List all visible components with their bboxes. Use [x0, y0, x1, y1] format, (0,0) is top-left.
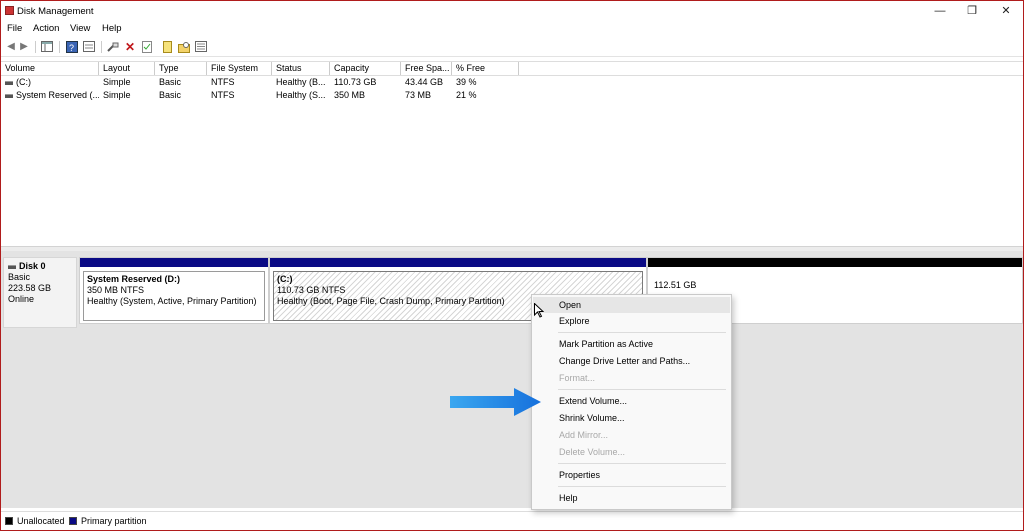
minimize-button[interactable]: — — [925, 3, 955, 19]
menu-action[interactable]: Action — [33, 23, 59, 34]
volume-name: (C:) — [16, 77, 31, 87]
menu-separator — [558, 486, 726, 487]
menu-item-properties[interactable]: Properties — [533, 467, 730, 483]
legend-unallocated: Unallocated — [17, 516, 65, 526]
primary-partition-swatch — [69, 517, 77, 525]
menu-bar: File Action View Help — [1, 21, 1023, 37]
folder-search-icon[interactable] — [178, 41, 190, 53]
volume-free-space: 73 MB — [405, 90, 432, 100]
checklist-icon[interactable] — [141, 41, 153, 53]
column-capacity[interactable]: Capacity — [330, 62, 401, 75]
volume-free-space: 43.44 GB — [405, 77, 444, 87]
forward-arrow-icon[interactable]: ▶ — [18, 41, 30, 53]
window-title: Disk Management — [17, 6, 94, 17]
unallocated-swatch — [5, 517, 13, 525]
partition-system-reserved[interactable]: System Reserved (D:) 350 MB NTFS Healthy… — [79, 257, 269, 324]
column-status[interactable]: Status — [272, 62, 330, 75]
delete-icon[interactable]: ✕ — [124, 41, 136, 53]
volume-type: Basic — [159, 90, 182, 100]
menu-help[interactable]: Help — [102, 23, 122, 34]
toolbar: ◀ ▶ ? ✕ — [1, 38, 1023, 57]
volume-file-system: NTFS — [211, 77, 235, 87]
list-view-icon[interactable] — [195, 41, 207, 53]
column-file-system[interactable]: File System — [207, 62, 272, 75]
partition-status: Healthy (System, Active, Primary Partiti… — [87, 296, 257, 306]
legend-primary-partition: Primary partition — [81, 516, 147, 526]
back-arrow-icon[interactable]: ◀ — [5, 41, 17, 53]
disk-management-app-icon — [5, 6, 14, 15]
menu-file[interactable]: File — [7, 23, 22, 34]
volume-capacity: 350 MB — [334, 90, 366, 100]
disk-icon — [8, 264, 16, 269]
volume-name: System Reserved (... — [16, 90, 99, 100]
menu-item-add-mirror: Add Mirror... — [559, 430, 609, 440]
toolbar-separator — [59, 41, 60, 53]
menu-item-help[interactable]: Help — [533, 490, 730, 506]
disk-0-label[interactable]: Disk 0 Basic 223.58 GB Online — [3, 257, 77, 328]
title-bar: Disk Management — ❐ ✕ — [1, 1, 1023, 21]
column-volume[interactable]: Volume — [1, 62, 99, 75]
partition-size: 350 MB NTFS — [87, 285, 145, 295]
menu-item-open[interactable]: Open — [533, 297, 730, 313]
disk-size: 223.58 GB — [8, 283, 52, 293]
toolbar-separator — [101, 41, 102, 53]
volume-list-header: Volume Layout Type File System Status Ca… — [1, 61, 1023, 76]
partition-type-bar — [270, 258, 646, 267]
menu-item-delete-volume: Delete Volume... — [559, 447, 626, 457]
toolbar-separator — [35, 41, 36, 53]
volume-percent-free: 21 % — [456, 90, 477, 100]
menu-item-mark-partition-active[interactable]: Mark Partition as Active — [533, 336, 730, 352]
connect-drive-icon[interactable] — [107, 41, 119, 53]
volume-row[interactable]: System Reserved (... Simple Basic NTFS H… — [1, 89, 1023, 102]
annotation-arrow-icon — [450, 388, 542, 418]
menu-separator — [558, 389, 726, 390]
menu-separator — [558, 332, 726, 333]
volume-icon — [5, 93, 13, 98]
menu-item-explore[interactable]: Explore — [533, 313, 730, 329]
column-free-space[interactable]: Free Spa... — [401, 62, 452, 75]
volume-layout: Simple — [103, 90, 131, 100]
volume-status: Healthy (S... — [276, 90, 326, 100]
disk-state: Online — [8, 294, 35, 304]
help-icon[interactable]: ? — [66, 41, 78, 53]
partition-type-bar — [80, 258, 268, 267]
properties-panel-icon[interactable] — [83, 41, 95, 53]
new-document-icon[interactable] — [161, 41, 173, 53]
volume-row[interactable]: (C:) Simple Basic NTFS Healthy (B... 110… — [1, 76, 1023, 89]
volume-capacity: 110.73 GB — [334, 77, 377, 87]
volume-layout: Simple — [103, 77, 131, 87]
partition-type-bar — [648, 258, 1022, 267]
partition-name: System Reserved (D:) — [87, 274, 181, 284]
close-button[interactable]: ✕ — [991, 3, 1021, 19]
context-menu: Open Explore Mark Partition as Active Ch… — [531, 294, 732, 510]
column-layout[interactable]: Layout — [99, 62, 155, 75]
menu-item-format: Format... — [559, 373, 596, 383]
mouse-cursor-icon — [534, 302, 545, 320]
volume-icon — [5, 80, 13, 85]
show-hide-console-tree-icon[interactable] — [41, 41, 53, 53]
column-type[interactable]: Type — [155, 62, 207, 75]
maximize-button[interactable]: ❐ — [957, 3, 987, 19]
volume-file-system: NTFS — [211, 90, 235, 100]
menu-item-change-drive-letter[interactable]: Change Drive Letter and Paths... — [533, 353, 730, 369]
partition-size: 112.51 GB — [654, 280, 697, 290]
volume-status: Healthy (B... — [276, 77, 326, 87]
disk-management-window: Disk Management — ❐ ✕ File Action View H… — [0, 0, 1024, 531]
partition-name: (C:) — [277, 274, 293, 284]
volume-percent-free: 39 % — [456, 77, 477, 87]
legend: Unallocated Primary partition — [1, 511, 1023, 530]
disk-graphical-view: Disk 0 Basic 223.58 GB Online System Res… — [1, 251, 1023, 508]
column-percent-free[interactable]: % Free — [452, 62, 519, 75]
menu-item-shrink-volume[interactable]: Shrink Volume... — [533, 410, 730, 426]
disk-type: Basic — [8, 272, 31, 282]
volume-type: Basic — [159, 77, 182, 87]
menu-separator — [558, 463, 726, 464]
disk-name: Disk 0 — [19, 261, 46, 271]
svg-text:?: ? — [69, 43, 74, 53]
menu-view[interactable]: View — [70, 23, 90, 34]
menu-item-extend-volume[interactable]: Extend Volume... — [533, 393, 730, 409]
